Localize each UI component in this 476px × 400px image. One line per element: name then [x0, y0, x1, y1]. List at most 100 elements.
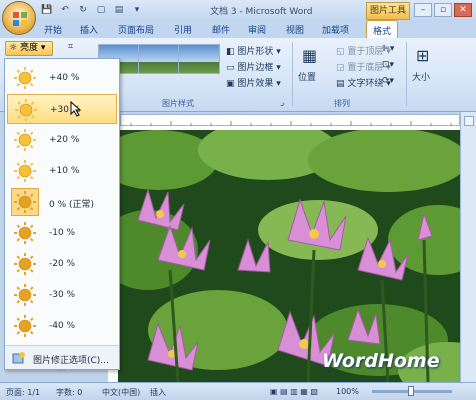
- brightness-option-label: 0 % (正常): [49, 200, 95, 210]
- brightness-option[interactable]: +30 %: [7, 94, 117, 124]
- vertical-scrollbar[interactable]: [460, 112, 476, 382]
- brightness-option-label: +20 %: [49, 135, 80, 145]
- group-separator: [406, 42, 407, 106]
- word-count[interactable]: 字数: 0: [56, 387, 82, 398]
- brightness-button[interactable]: ☼ 亮度 ▾: [5, 41, 53, 56]
- tab-home[interactable]: 开始: [44, 23, 62, 36]
- brightness-menu: +40 % +30 % +20 % +10 % 0 % (正常) -10 % -20 % -3…: [4, 58, 120, 375]
- tab-page-layout[interactable]: 页面布局: [118, 23, 154, 36]
- office-logo-icon: [13, 12, 27, 26]
- picture-shape-label: 图片形状: [237, 47, 274, 57]
- picture-border-label: 图片边框: [237, 63, 274, 73]
- undo-icon[interactable]: ↶: [58, 3, 72, 17]
- brightness-label: 亮度: [19, 43, 38, 53]
- tab-references[interactable]: 引用: [174, 23, 192, 36]
- picture-style-3[interactable]: [178, 44, 220, 74]
- resize-grip-icon[interactable]: ····: [57, 367, 66, 375]
- brightness-option-label: -40 %: [49, 321, 76, 331]
- sun-icon: [13, 283, 37, 307]
- picture-tools-label: 图片工具: [366, 2, 410, 20]
- horizontal-ruler[interactable]: [120, 114, 460, 126]
- picture-shape-button[interactable]: ◧ 图片形状 ▾: [226, 44, 281, 57]
- picture-style-2[interactable]: [138, 44, 180, 74]
- brightness-option[interactable]: +20 %: [7, 125, 117, 155]
- sun-icon: [13, 159, 37, 183]
- save-icon[interactable]: 💾: [40, 3, 54, 17]
- tab-mailings[interactable]: 邮件: [212, 23, 230, 36]
- tab-review[interactable]: 审阅: [248, 23, 266, 36]
- window-controls: – ▫ ✕: [414, 3, 472, 17]
- redo-icon[interactable]: ↻: [76, 3, 90, 17]
- picture-correction-icon: [12, 352, 25, 364]
- customize-qat-icon[interactable]: ▾: [130, 3, 144, 17]
- window-title: 文档 3 - Microsoft Word: [210, 7, 313, 17]
- tab-format[interactable]: 格式: [366, 20, 399, 38]
- brightness-option[interactable]: -30 %: [7, 280, 117, 310]
- sun-icon: [13, 190, 37, 214]
- size-button[interactable]: 大小: [412, 70, 430, 83]
- brightness-option[interactable]: -40 %: [7, 311, 117, 341]
- size-label: 大小: [412, 73, 431, 83]
- water-lily-photo[interactable]: [118, 130, 460, 382]
- ruler-toggle-icon[interactable]: [464, 116, 474, 126]
- view-buttons[interactable]: ▣ ▤ ▥ ▦ ▧: [270, 387, 318, 396]
- insert-mode[interactable]: 插入: [150, 387, 166, 398]
- compress-icon[interactable]: ⌗: [68, 42, 73, 52]
- watermark-logo: WordHome: [322, 350, 440, 372]
- sun-icon: [14, 98, 38, 122]
- tab-view[interactable]: 视图: [286, 23, 304, 36]
- brightness-option-label: -20 %: [49, 259, 76, 269]
- sun-icon: [13, 128, 37, 152]
- sun-icon: [13, 66, 37, 90]
- sun-icon: [13, 221, 37, 245]
- title-bar: 💾 ↶ ↻ ▢ ▤ ▾ 文档 3 - Microsoft Word 图片工具 –…: [0, 0, 476, 20]
- text-wrap-label: 文字环绕: [347, 79, 384, 89]
- brightness-option-label: -30 %: [49, 290, 76, 300]
- bring-front-label: 置于顶层: [347, 47, 384, 57]
- document-page[interactable]: [108, 126, 460, 382]
- open-icon[interactable]: ▤: [112, 3, 126, 17]
- new-doc-icon[interactable]: ▢: [94, 3, 108, 17]
- picture-effects-label: 图片效果: [237, 79, 274, 89]
- sun-small-icon: ☼: [9, 43, 18, 53]
- close-button[interactable]: ✕: [454, 3, 472, 17]
- picture-styles-group-label: 图片样式: [162, 99, 194, 108]
- ribbon-tabs: 开始 插入 页面布局 引用 邮件 审阅 视图 加载项 格式: [0, 20, 476, 38]
- group-separator: [292, 42, 293, 106]
- size-icon: ⊞: [416, 46, 430, 65]
- page-count[interactable]: 页面: 1/1: [6, 387, 40, 398]
- dialog-launcher-icon[interactable]: ⌟: [280, 98, 284, 108]
- minimize-button[interactable]: –: [414, 3, 432, 17]
- arrange-group-label: 排列: [334, 99, 350, 108]
- picture-border-button[interactable]: ▭ 图片边框 ▾: [226, 60, 281, 73]
- send-back-label: 置于底层: [347, 63, 384, 73]
- zoom-level[interactable]: 100%: [336, 387, 359, 396]
- rotate-icon[interactable]: ⟳▾: [382, 76, 394, 86]
- picture-effects-button[interactable]: ▣ 图片效果 ▾: [226, 76, 281, 89]
- office-button[interactable]: [2, 1, 36, 35]
- brightness-option[interactable]: -10 %: [7, 218, 117, 248]
- tab-insert[interactable]: 插入: [80, 23, 98, 36]
- quick-access-toolbar: 💾 ↶ ↻ ▢ ▤ ▾: [40, 3, 144, 17]
- sun-icon: [13, 314, 37, 338]
- language-indicator[interactable]: 中文(中国): [102, 387, 140, 398]
- picture-correction-label: 图片修正选项(C)...: [33, 356, 109, 366]
- group-icon[interactable]: ⊡▾: [382, 60, 394, 70]
- position-icon: ▦: [302, 46, 318, 65]
- position-button[interactable]: 位置: [298, 70, 316, 83]
- brightness-option[interactable]: +10 %: [7, 156, 117, 186]
- brightness-option[interactable]: -20 %: [7, 249, 117, 279]
- brightness-option-label: -10 %: [49, 228, 76, 238]
- picture-correction-options[interactable]: 图片修正选项(C)...: [5, 345, 119, 369]
- zoom-slider-thumb[interactable]: [408, 386, 414, 396]
- maximize-button[interactable]: ▫: [434, 3, 452, 17]
- brightness-option-label: +40 %: [49, 73, 80, 83]
- chevron-down-icon: ▾: [40, 43, 46, 53]
- tab-add-ins[interactable]: 加载项: [322, 23, 349, 36]
- status-bar: 页面: 1/1 字数: 0 中文(中国) 插入 ▣ ▤ ▥ ▦ ▧ 100%: [0, 382, 476, 400]
- brightness-option[interactable]: +40 %: [7, 63, 117, 93]
- position-label: 位置: [298, 73, 317, 83]
- brightness-option[interactable]: 0 % (正常): [7, 187, 117, 217]
- brightness-option-label: +10 %: [49, 166, 80, 176]
- align-icon[interactable]: ⊫▾: [382, 44, 394, 54]
